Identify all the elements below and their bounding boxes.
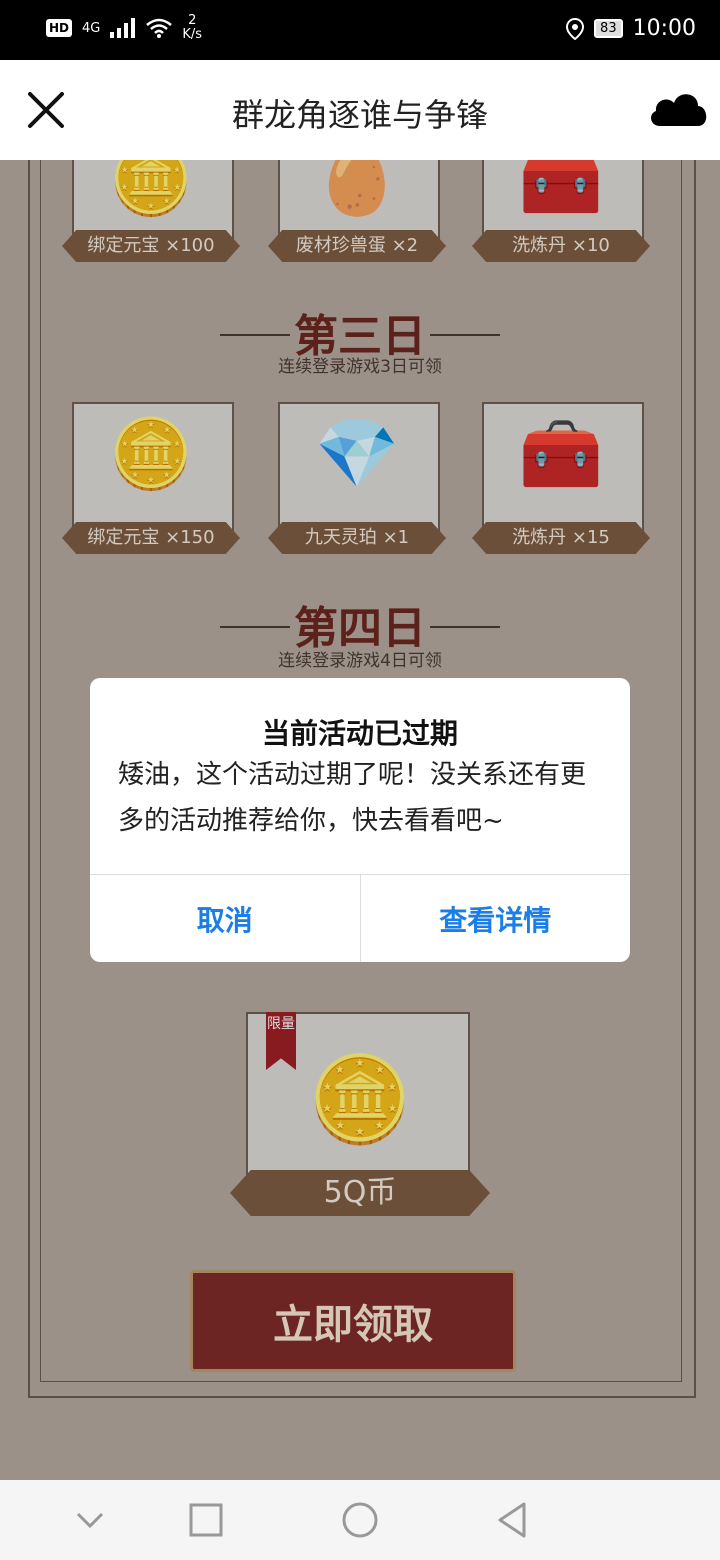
dialog-title: 当前活动已过期	[261, 717, 458, 750]
cancel-button[interactable]: 取消	[90, 875, 360, 962]
page-title: 群龙角逐谁与争锋	[231, 96, 488, 134]
expired-dialog: 当前活动已过期 矮油，这个活动过期了呢！没关系还有更多的活动推荐给你，快去看看吧…	[90, 678, 630, 962]
status-bar: HD 4G 2 K/s 83 10:00	[0, 0, 720, 60]
network-speed: 2 K/s	[182, 13, 203, 42]
location-icon	[566, 17, 585, 40]
back-icon[interactable]	[494, 1500, 530, 1540]
network-type: 4G	[82, 20, 101, 36]
home-icon[interactable]	[340, 1500, 380, 1540]
system-nav-bar	[0, 1480, 720, 1560]
chevron-down-icon[interactable]	[74, 1506, 106, 1534]
cloud-icon[interactable]	[646, 86, 712, 130]
view-details-button[interactable]: 查看详情	[361, 875, 631, 962]
app-header: 群龙角逐谁与争锋	[0, 60, 720, 160]
signal-icon	[110, 18, 136, 38]
battery-indicator: 83	[594, 19, 623, 38]
clock: 10:00	[632, 16, 696, 41]
wifi-icon	[146, 18, 173, 38]
hd-badge: HD	[46, 19, 73, 37]
dialog-actions: 取消 查看详情	[90, 874, 630, 962]
dialog-message: 矮油，这个活动过期了呢！没关系还有更多的活动推荐给你，快去看看吧~	[118, 760, 587, 836]
recent-apps-icon[interactable]	[188, 1502, 224, 1538]
